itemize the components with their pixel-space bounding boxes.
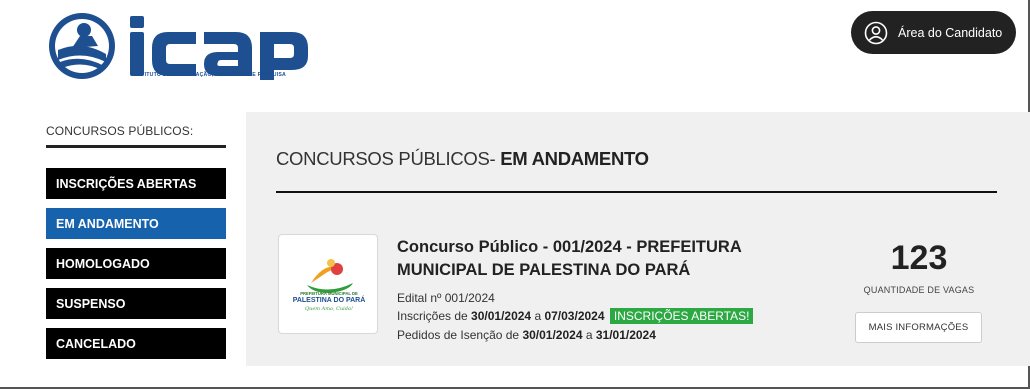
inscricoes-line: Inscrições de 30/01/2024 a 07/03/2024 IN… bbox=[397, 308, 754, 324]
logo-subtitle: INSTITUTO DE CAPACITAÇÃO, ASSESSORIA E P… bbox=[132, 72, 286, 78]
isencao-prefix: Pedidos de Isenção de bbox=[397, 328, 523, 342]
inscricoes-mid: a bbox=[531, 309, 545, 323]
org-logo-text-1: PREFEITURA MUNICIPAL DE bbox=[300, 291, 358, 296]
org-logo-slogan: Quem Ama, Cuida! bbox=[305, 306, 353, 312]
page-title: CONCURSOS PÚBLICOS- EM ANDAMENTO bbox=[276, 148, 649, 170]
inscricoes-prefix: Inscrições de bbox=[397, 309, 472, 323]
isencao-mid: a bbox=[582, 328, 596, 342]
sidebar-item-em-andamento[interactable]: EM ANDAMENTO bbox=[46, 208, 226, 239]
title-divider bbox=[276, 191, 997, 193]
palestina-logo-graphic: PREFEITURA MUNICIPAL DE PALESTINA DO PAR… bbox=[293, 259, 366, 312]
inscricoes-start: 30/01/2024 bbox=[471, 309, 532, 323]
sidebar-divider bbox=[46, 145, 226, 148]
isencao-end: 31/01/2024 bbox=[595, 328, 656, 342]
isencao-start: 30/01/2024 bbox=[522, 328, 583, 342]
sidebar-title: CONCURSOS PÚBLICOS: bbox=[46, 124, 194, 138]
candidate-area-label: Área do Candidato bbox=[898, 25, 1003, 40]
inscricoes-end: 07/03/2024 bbox=[544, 309, 605, 323]
org-logo-text-2: PALESTINA DO PARÁ bbox=[293, 295, 366, 304]
page-title-strong: EM ANDAMENTO bbox=[500, 148, 649, 169]
more-info-button[interactable]: MAIS INFORMAÇÕES bbox=[855, 312, 982, 343]
vagas-label: QUANTIDADE DE VAGAS bbox=[863, 285, 975, 295]
sidebar-item-inscricoes-abertas[interactable]: INSCRIÇÕES ABERTAS bbox=[46, 168, 226, 199]
isencao-line: Pedidos de Isenção de 30/01/2024 a 31/01… bbox=[397, 328, 656, 342]
sidebar-item-homologado[interactable]: HOMOLOGADO bbox=[46, 248, 226, 279]
status-badge: INSCRIÇÕES ABERTAS! bbox=[609, 308, 754, 324]
org-logo[interactable]: PREFEITURA MUNICIPAL DE PALESTINA DO PAR… bbox=[278, 234, 378, 334]
page-title-prefix: CONCURSOS PÚBLICOS- bbox=[276, 148, 501, 169]
candidate-area-button[interactable]: Área do Candidato bbox=[851, 11, 1016, 54]
sidebar-item-cancelado[interactable]: CANCELADO bbox=[46, 328, 226, 359]
user-icon bbox=[864, 21, 888, 44]
sidebar-item-suspenso[interactable]: SUSPENSO bbox=[46, 288, 226, 319]
vagas-count: 123 bbox=[890, 239, 948, 277]
contests-panel: CONCURSOS PÚBLICOS- EM ANDAMENTO PREFEIT… bbox=[246, 112, 1030, 366]
edital-line: Edital nº 001/2024 bbox=[397, 291, 495, 305]
contest-title[interactable]: Concurso Público - 001/2024 - PREFEITURA… bbox=[397, 236, 787, 282]
